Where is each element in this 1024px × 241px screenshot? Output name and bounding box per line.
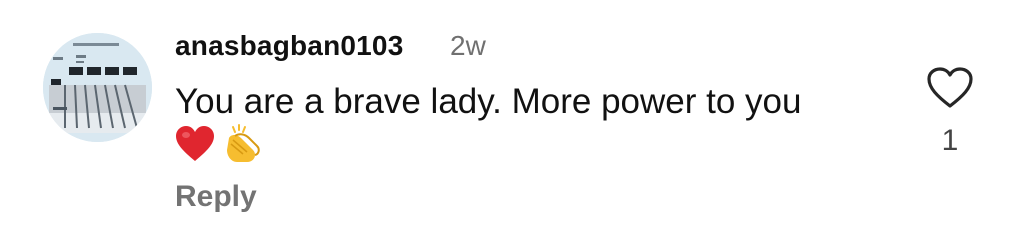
comment-text: You are a brave lady. More power to you — [175, 82, 802, 121]
comment-item: anasbagban0103 2w You are a brave lady. … — [0, 0, 1024, 241]
heart-outline-icon — [927, 67, 973, 108]
comment-username[interactable]: anasbagban0103 — [175, 30, 403, 62]
emoji-row — [175, 123, 261, 169]
reply-button[interactable]: Reply — [175, 180, 257, 214]
comment-timestamp: 2w — [450, 30, 486, 61]
like-count: 1 — [941, 124, 959, 157]
avatar[interactable] — [43, 33, 152, 142]
red-heart-emoji-icon — [175, 125, 215, 168]
like-button[interactable] — [926, 66, 974, 110]
clapping-hands-emoji-icon — [219, 123, 261, 169]
avatar-image — [43, 33, 152, 142]
